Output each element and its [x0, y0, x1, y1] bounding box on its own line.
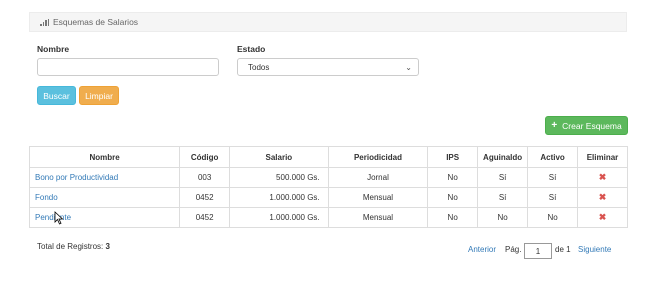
col-periodicidad[interactable]: Periodicidad [327, 146, 429, 168]
row-aguinaldo: No [477, 207, 529, 228]
row-aguinaldo: Sí [477, 167, 529, 188]
mouse-cursor-icon [54, 211, 64, 225]
esquemas-table: Nombre Código Salario Periodicidad IPS A… [28, 146, 628, 228]
row-periodicidad: Mensual [327, 207, 429, 228]
table-header-row: Nombre Código Salario Periodicidad IPS A… [28, 146, 628, 168]
row-activo: Sí [527, 167, 579, 188]
row-nombre-link[interactable]: Pendiente [28, 207, 181, 228]
row-nombre-link[interactable]: Bono por Productividad [28, 167, 181, 188]
col-nombre[interactable]: Nombre [28, 146, 181, 168]
row-ips: No [427, 207, 479, 228]
row-delete-cell: ✖ [577, 167, 628, 188]
nombre-label: Nombre [37, 44, 70, 54]
col-codigo[interactable]: Código [179, 146, 231, 168]
row-delete-cell: ✖ [577, 207, 628, 228]
of-pages-label: de 1 [555, 245, 571, 254]
col-salario[interactable]: Salario [229, 146, 329, 168]
row-codigo: 003 [179, 167, 231, 188]
nombre-input[interactable] [37, 58, 219, 76]
row-salario: 500.000 Gs. [229, 167, 329, 188]
total-value: 3 [105, 242, 110, 251]
row-codigo: 0452 [179, 207, 231, 228]
table-row: Fondo 0452 1.000.000 Gs. Mensual No Sí S… [28, 187, 628, 208]
anterior-link[interactable]: Anterior [468, 245, 496, 254]
delete-icon[interactable]: ✖ [599, 212, 607, 222]
signal-bars-icon [40, 18, 49, 26]
row-activo: Sí [527, 187, 579, 208]
delete-icon[interactable]: ✖ [599, 172, 607, 182]
row-codigo: 0452 [179, 187, 231, 208]
plus-icon: + [551, 120, 558, 131]
buscar-button[interactable]: Buscar [37, 86, 76, 105]
estado-label: Estado [237, 44, 266, 54]
delete-icon[interactable]: ✖ [599, 192, 607, 202]
row-nombre-link[interactable]: Fondo [28, 187, 181, 208]
row-ips: No [427, 187, 479, 208]
chevron-down-icon: ⌄ [405, 63, 412, 72]
estado-select-value: Todos [248, 62, 270, 72]
estado-select[interactable]: Todos ⌄ [237, 58, 419, 76]
row-salario: 1.000.000 Gs. [229, 187, 329, 208]
row-activo: No [527, 207, 579, 228]
row-aguinaldo: Sí [477, 187, 529, 208]
table-row: Bono por Productividad 003 500.000 Gs. J… [28, 167, 628, 188]
col-eliminar: Eliminar [577, 146, 628, 168]
crear-esquema-button[interactable]: + Crear Esquema [545, 116, 628, 135]
col-aguinaldo[interactable]: Aguinaldo [477, 146, 529, 168]
page-title: Esquemas de Salarios [53, 17, 139, 27]
row-periodicidad: Jornal [327, 167, 429, 188]
row-delete-cell: ✖ [577, 187, 628, 208]
table-row: Pendiente 0452 1.000.000 Gs. Mensual No … [28, 207, 628, 228]
row-ips: No [427, 167, 479, 188]
panel-heading: Esquemas de Salarios [29, 12, 627, 32]
col-activo[interactable]: Activo [527, 146, 579, 168]
pag-label: Pág. [505, 245, 522, 254]
limpiar-button[interactable]: Limpiar [79, 86, 119, 105]
col-ips[interactable]: IPS [427, 146, 479, 168]
row-periodicidad: Mensual [327, 187, 429, 208]
total-label: Total de Registros: [37, 242, 104, 251]
page-number-input[interactable]: 1 [524, 243, 552, 259]
siguiente-link[interactable]: Siguiente [578, 245, 611, 254]
total-registros: Total de Registros: 3 [37, 242, 110, 251]
row-salario: 1.000.000 Gs. [229, 207, 329, 228]
crear-esquema-label: Crear Esquema [562, 120, 622, 131]
